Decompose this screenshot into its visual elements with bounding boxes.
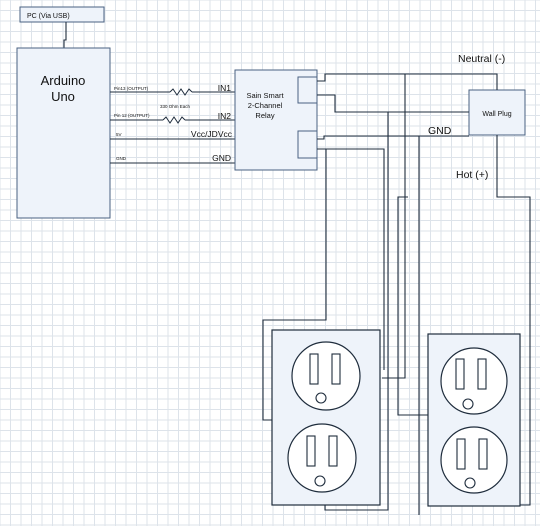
- arduino-title-line2: Uno: [51, 89, 75, 104]
- wall-plug-label: Wall Plug: [482, 111, 511, 118]
- resistor-note: 330 Ohm Each: [160, 104, 191, 109]
- pc-label: PC (Via USB): [27, 13, 70, 20]
- mains-gnd-label: GND: [428, 125, 452, 137]
- wiring-diagram: PC (Via USB) Arduino Uno Pin13 (OUTPUT) …: [0, 0, 540, 526]
- gnd-small-label: GND: [116, 156, 127, 161]
- relay-gnd-label: GND: [212, 153, 231, 163]
- relay-title-line2: 2-Channel: [248, 101, 283, 110]
- relay-title-line1: Sain Smart: [246, 91, 284, 100]
- neutral-label: Neutral (-): [458, 53, 505, 65]
- pc-block: PC (Via USB): [19, 6, 105, 23]
- relay-block: Sain Smart 2-Channel Relay: [234, 69, 318, 171]
- outlet-right-top-receptacle: [440, 347, 508, 415]
- vcc-label: Vcc/JDVcc: [191, 129, 233, 139]
- wall-plug-block: Wall Plug: [468, 89, 526, 136]
- relay-channel-2: [297, 130, 318, 159]
- outlet-right: [427, 333, 521, 507]
- hot-label: Hot (+): [456, 169, 488, 181]
- five-v-label: 5V: [116, 132, 122, 137]
- arduino-title-line1: Arduino: [41, 73, 86, 88]
- pin13-label: Pin13 (OUTPUT): [114, 86, 149, 91]
- relay-title-line3: Relay: [255, 111, 274, 120]
- pin12-label: Pin 12 (OUTPUT): [114, 113, 150, 118]
- in1-label: IN1: [218, 83, 232, 93]
- resistor-2: [162, 116, 186, 124]
- arduino-block: Arduino Uno: [16, 47, 111, 219]
- relay-channel-1: [297, 76, 318, 104]
- outlet-left: [271, 329, 381, 506]
- usb-wire: [63, 22, 67, 48]
- in2-label: IN2: [218, 111, 232, 121]
